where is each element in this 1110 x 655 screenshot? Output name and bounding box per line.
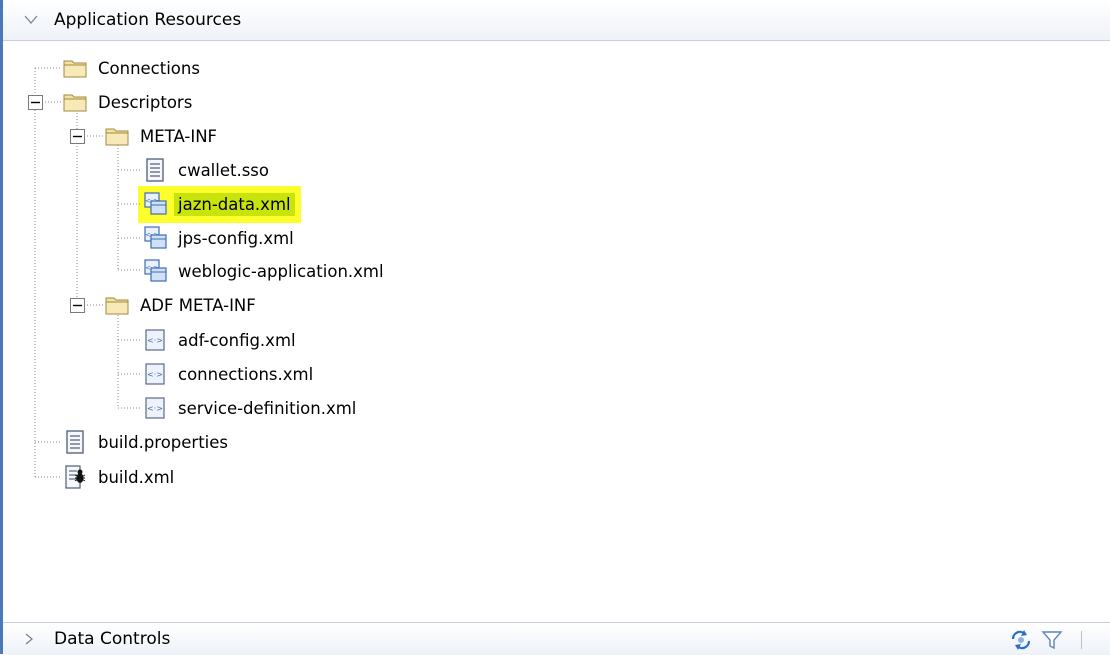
xml-descriptor-icon <box>142 258 168 284</box>
data-controls-toolbar <box>1009 629 1082 651</box>
tree-item-connections-xml[interactable]: connections.xml <box>142 359 317 389</box>
filter-icon[interactable] <box>1041 629 1063 651</box>
tree-item-service-definition-xml[interactable]: service-definition.xml <box>142 393 360 423</box>
xml-file-icon <box>142 395 168 421</box>
tree-item-label: ADF META-INF <box>140 295 256 315</box>
folder-icon <box>104 123 130 149</box>
tree-item-label: adf-config.xml <box>178 330 296 350</box>
toolbar-separator <box>1081 631 1082 649</box>
folder-icon <box>104 292 130 318</box>
ant-build-file-icon <box>62 464 88 490</box>
collapse-adf-meta-inf-button[interactable] <box>70 298 85 313</box>
tree-item-label: jazn-data.xml <box>174 192 295 216</box>
tree-item-label: jps-config.xml <box>178 228 294 248</box>
tree-item-cwallet-sso[interactable]: cwallet.sso <box>142 155 273 185</box>
tree-item-meta-inf[interactable]: META-INF <box>104 121 221 151</box>
xml-file-icon <box>142 361 168 387</box>
chevron-right-icon[interactable] <box>22 632 36 646</box>
collapse-descriptors-button[interactable] <box>28 95 43 110</box>
folder-icon <box>62 89 88 115</box>
tree-item-jazn-data-xml[interactable]: jazn-data.xml <box>138 186 301 223</box>
tree-item-label: build.properties <box>98 432 229 452</box>
tree-item-label: connections.xml <box>178 364 314 384</box>
data-controls-title: Data Controls <box>54 629 171 649</box>
tree-item-adf-config-xml[interactable]: adf-config.xml <box>142 325 300 355</box>
folder-icon <box>62 55 88 81</box>
tree-item-label: weblogic-application.xml <box>178 261 384 281</box>
tree-item-weblogic-application-xml[interactable]: weblogic-application.xml <box>142 256 388 286</box>
tree-item-label: META-INF <box>140 126 218 146</box>
tree-item-label: cwallet.sso <box>178 160 269 180</box>
tree-item-build-properties[interactable]: build.properties <box>62 427 232 457</box>
tree-item-label: build.xml <box>98 467 175 487</box>
tree-item-connections[interactable]: Connections <box>62 53 204 83</box>
tree-item-label: Descriptors <box>98 92 193 112</box>
text-file-icon <box>142 157 168 183</box>
tree-item-descriptors[interactable]: Descriptors <box>62 87 196 117</box>
xml-descriptor-icon <box>142 191 168 217</box>
text-file-icon <box>62 429 88 455</box>
tree-item-build-xml[interactable]: build.xml <box>62 462 178 492</box>
tree-item-adf-meta-inf[interactable]: ADF META-INF <box>104 290 260 320</box>
collapse-meta-inf-button[interactable] <box>70 129 85 144</box>
tree-item-jps-config-xml[interactable]: jps-config.xml <box>142 223 298 253</box>
xml-file-icon <box>142 327 168 353</box>
tree-item-label: Connections <box>98 58 200 78</box>
xml-descriptor-icon <box>142 225 168 251</box>
refresh-icon[interactable] <box>1009 629 1033 651</box>
data-controls-header[interactable]: Data Controls <box>3 622 1110 655</box>
tree-item-label: service-definition.xml <box>178 398 357 418</box>
